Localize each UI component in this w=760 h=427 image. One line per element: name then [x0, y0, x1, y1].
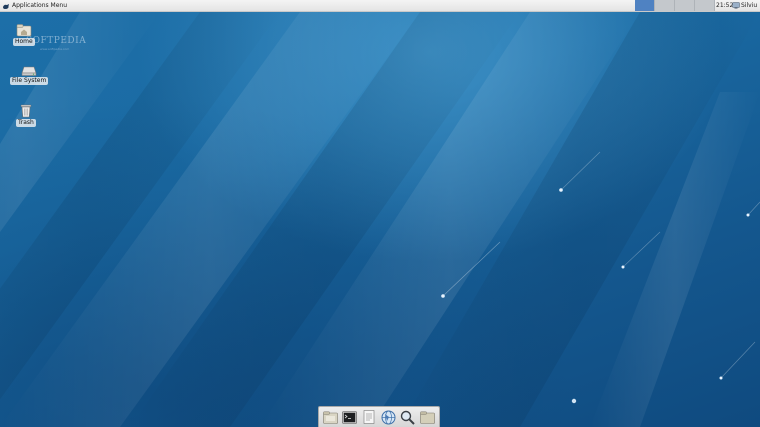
dock-text-editor[interactable] — [361, 409, 378, 426]
desktop-icon-home-label: Home — [13, 38, 35, 46]
user-icon — [732, 2, 740, 9]
home-folder-icon — [16, 24, 32, 37]
dock-folder[interactable] — [419, 409, 436, 426]
bottom-dock — [318, 406, 440, 427]
workspace-switcher — [635, 0, 715, 11]
panel-clock[interactable]: 21:52 — [716, 0, 733, 11]
dock-web-browser[interactable] — [380, 409, 397, 426]
top-panel: Applications Menu 21:52 Silviu — [0, 0, 760, 12]
web-browser-icon — [381, 410, 396, 424]
desktop-icon-trash-label: Trash — [16, 119, 36, 127]
user-menu[interactable]: Silviu — [732, 0, 760, 11]
folder-icon — [419, 411, 435, 424]
desktop-background: SOFTPEDIA www.softpedia.com Home File Sy… — [0, 12, 760, 427]
applications-menu-button[interactable]: Applications Menu — [2, 1, 67, 11]
trash-icon — [20, 104, 32, 118]
workspace-4[interactable] — [695, 0, 715, 11]
text-editor-icon — [364, 410, 375, 424]
desktop-icon-home[interactable]: Home — [13, 23, 35, 46]
workspace-1[interactable] — [635, 0, 655, 11]
user-name: Silviu — [741, 2, 758, 9]
softpedia-watermark-url: www.softpedia.com — [40, 47, 70, 51]
desktop-icon-file-system-label: File System — [10, 77, 49, 85]
applications-menu-label: Applications Menu — [12, 2, 68, 9]
file-manager-icon — [323, 411, 338, 424]
search-icon — [401, 410, 416, 425]
dock-terminal[interactable] — [341, 409, 358, 426]
workspace-3[interactable] — [675, 0, 695, 11]
workspace-2[interactable] — [655, 0, 675, 11]
desktop-icon-trash[interactable]: Trash — [16, 103, 36, 127]
dock-file-manager[interactable] — [322, 409, 339, 426]
drive-icon — [21, 66, 37, 76]
terminal-icon — [342, 410, 358, 424]
dock-app-finder[interactable] — [399, 409, 416, 426]
desktop-icon-file-system[interactable]: File System — [10, 64, 49, 85]
xfce-mouse-icon — [3, 3, 9, 9]
wallpaper-streaks — [0, 12, 760, 427]
